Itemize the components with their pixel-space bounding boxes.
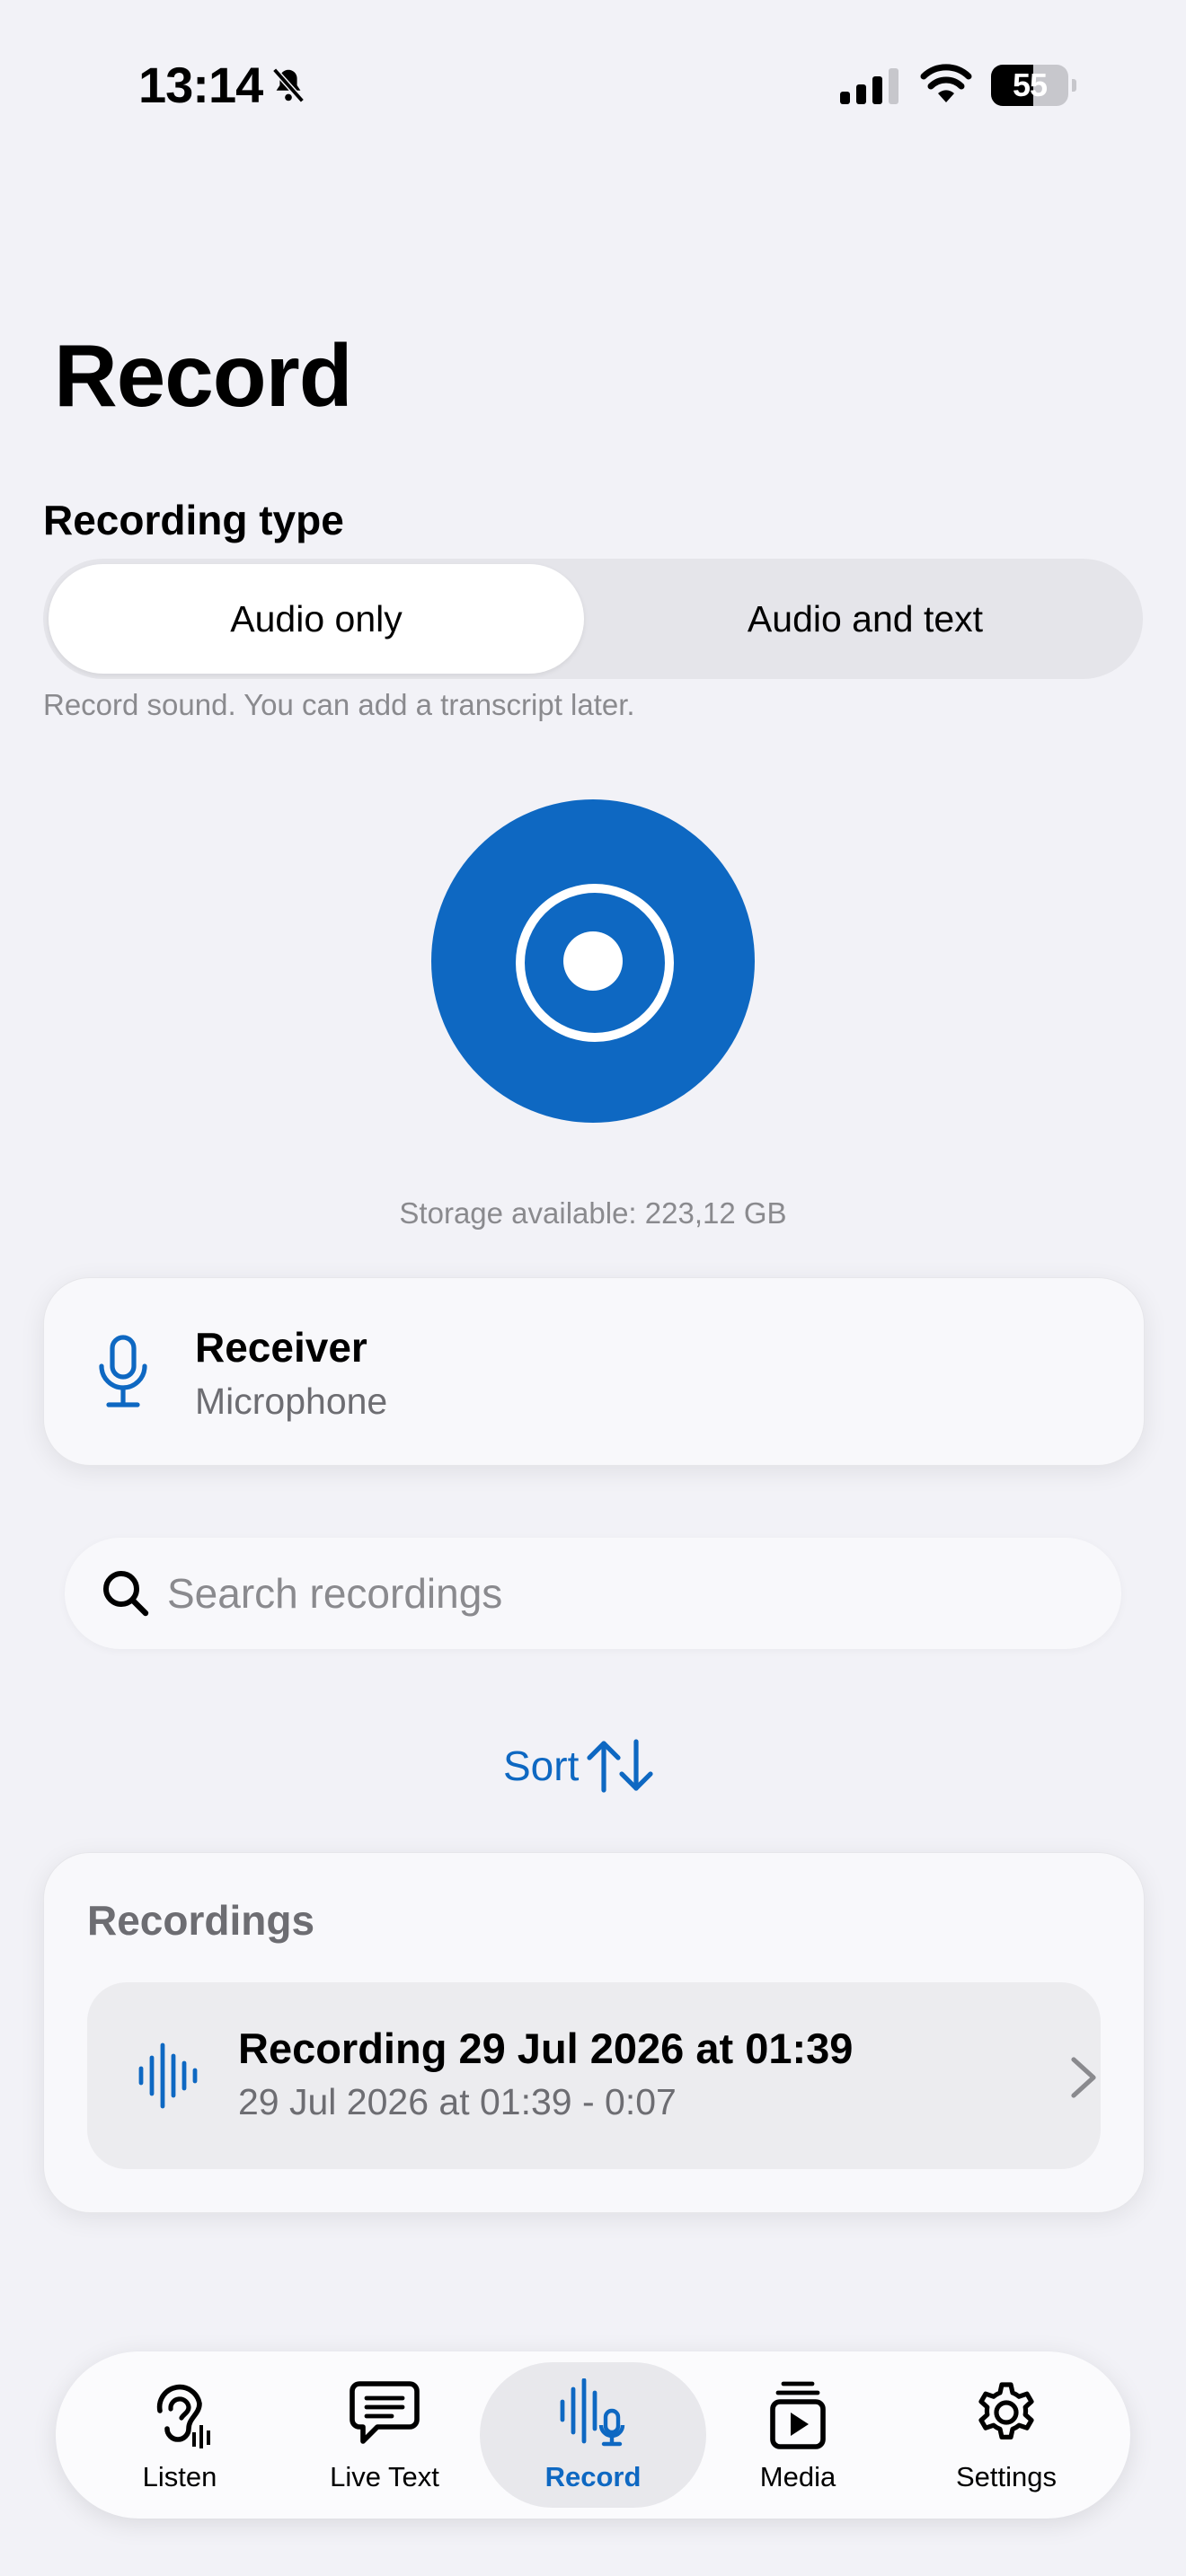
recording-type-segmented-control: Audio only Audio and text	[43, 559, 1143, 679]
chevron-right-icon	[1068, 2054, 1101, 2105]
battery-percent: 55	[1012, 66, 1048, 103]
ear-icon	[146, 2378, 214, 2455]
tab-label: Listen	[142, 2461, 217, 2492]
tab-media[interactable]: Media	[708, 2351, 888, 2519]
segment-audio-only[interactable]: Audio only	[49, 564, 584, 674]
battery-icon: 55	[991, 65, 1076, 106]
waveform-icon	[136, 2042, 200, 2114]
tab-label: Settings	[955, 2461, 1057, 2492]
tab-record[interactable]: Record	[503, 2351, 683, 2519]
search-icon	[101, 1568, 151, 1623]
tab-bar: Listen Live Text Record Media Settings	[56, 2351, 1130, 2519]
recording-type-label: Recording type	[43, 497, 344, 543]
tab-settings[interactable]: Settings	[916, 2351, 1096, 2519]
search-bar[interactable]	[65, 1538, 1121, 1649]
segment-audio-and-text[interactable]: Audio and text	[593, 564, 1137, 674]
storage-available: Storage available: 223,12 GB	[399, 1196, 787, 1230]
search-input[interactable]	[167, 1556, 1084, 1631]
microphone-icon	[94, 1334, 152, 1414]
tab-live-text[interactable]: Live Text	[295, 2351, 474, 2519]
tab-label: Record	[544, 2461, 642, 2492]
sort-label: Sort	[503, 1742, 580, 1789]
tab-label: Live Text	[330, 2461, 439, 2492]
audio-source-title: Receiver	[195, 1324, 367, 1371]
audio-source-card[interactable]: Receiver Microphone	[43, 1277, 1145, 1466]
sort-arrows-icon	[587, 1739, 653, 1793]
recordings-card: Recordings Recording 29 Jul 2026 at 01:3…	[43, 1852, 1145, 2213]
media-play-icon	[767, 2378, 828, 2455]
gear-icon	[972, 2378, 1040, 2451]
waveform-mic-icon	[557, 2378, 629, 2451]
recording-type-helper: Record sound. You can add a transcript l…	[43, 688, 635, 721]
tab-label: Media	[759, 2461, 836, 2492]
sort-button[interactable]: Sort	[503, 1732, 654, 1800]
cellular-signal-icon	[840, 68, 899, 109]
page-title: Record	[54, 326, 353, 425]
status-time: 13:14	[138, 57, 263, 113]
audio-source-subtitle: Microphone	[195, 1381, 388, 1422]
speech-bubble-icon	[349, 2378, 420, 2451]
recording-title: Recording 29 Jul 2026 at 01:39	[238, 2025, 854, 2072]
recordings-header: Recordings	[87, 1897, 315, 1944]
recording-subtitle: 29 Jul 2026 at 01:39 - 0:07	[238, 2081, 677, 2122]
recording-list-item[interactable]: Recording 29 Jul 2026 at 01:39 29 Jul 20…	[87, 1982, 1101, 2169]
record-dot-icon	[563, 931, 623, 991]
wifi-icon	[920, 63, 972, 107]
record-button[interactable]	[431, 799, 755, 1123]
tab-listen[interactable]: Listen	[90, 2351, 270, 2519]
silent-bell-icon	[268, 65, 309, 110]
